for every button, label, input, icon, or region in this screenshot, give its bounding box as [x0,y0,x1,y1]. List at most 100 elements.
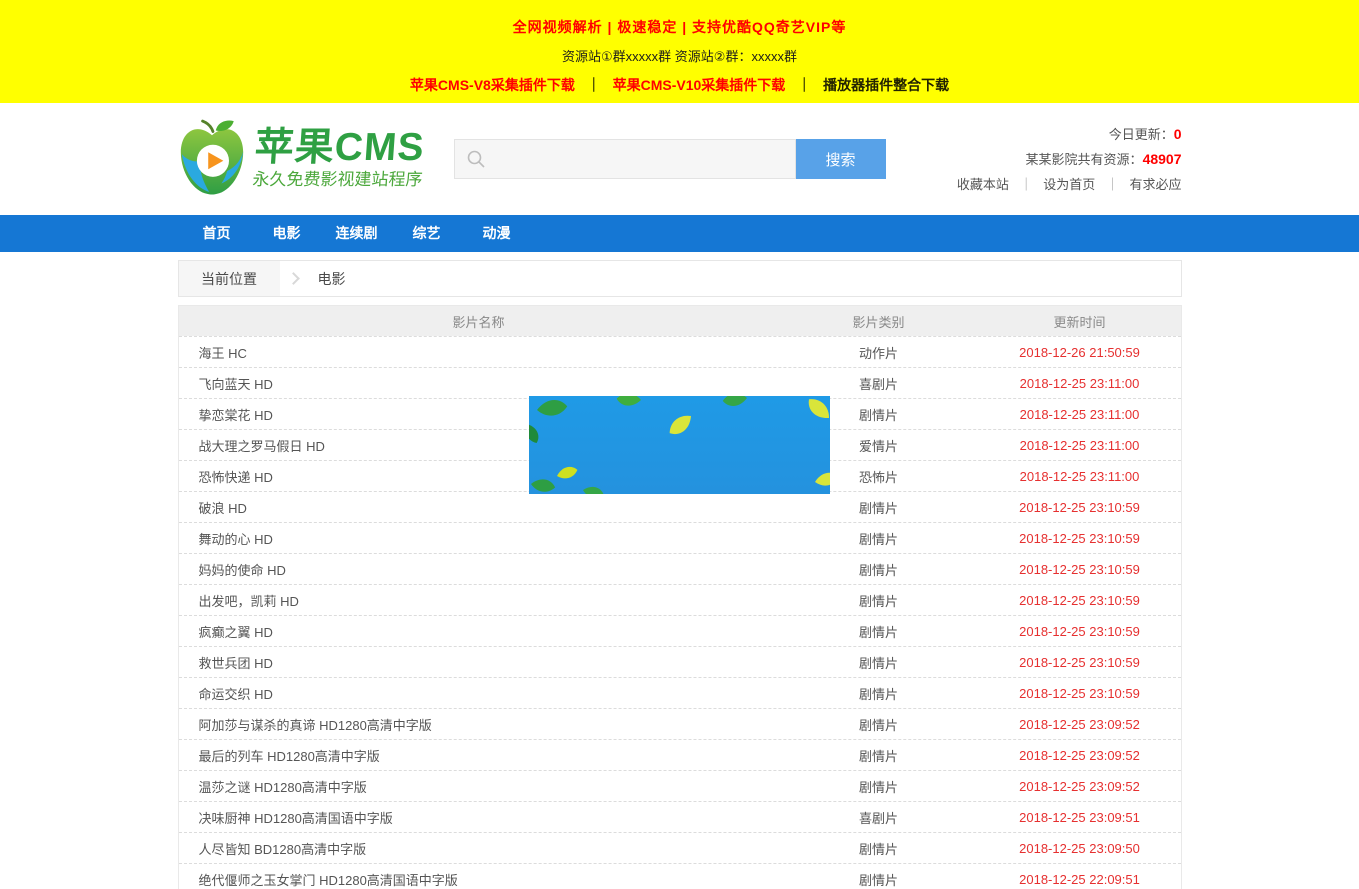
movie-update-time: 2018-12-25 23:09:52 [979,748,1181,763]
movie-name-link[interactable]: 阿加莎与谋杀的真谛 HD1280高清中字版 [179,715,779,734]
table-row: 温莎之谜 HD1280高清中字版 剧情片 2018-12-25 23:09:52 [179,770,1181,801]
movie-category-link[interactable]: 剧情片 [779,560,979,579]
breadcrumb-current[interactable]: 电影 [318,269,346,289]
table-row: 人尽皆知 BD1280高清中字版 剧情片 2018-12-25 23:09:50 [179,832,1181,863]
link-v8-plugin[interactable]: 苹果CMS-V8采集插件下载 [410,77,575,93]
chevron-right-icon [287,272,300,285]
movie-update-time: 2018-12-25 23:10:59 [979,593,1181,608]
movie-name-link[interactable]: 妈妈的使命 HD [179,560,779,579]
movie-name-link[interactable]: 决味厨神 HD1280高清国语中字版 [179,808,779,827]
site-logo[interactable]: 苹果CMS 永久免费影视建站程序 [178,118,424,201]
movie-category-link[interactable]: 剧情片 [779,870,979,889]
movie-update-time: 2018-12-25 23:11:00 [979,469,1181,484]
movie-category-link[interactable]: 剧情片 [779,498,979,517]
total-resources-label: 某某影院共有资源： [1026,152,1143,167]
movie-table: 影片名称 影片类别 更新时间 海王 HC 动作片 2018-12-26 21:5… [178,305,1182,889]
site-stats: 今日更新：0 某某影院共有资源：48907 收藏本站 ｜ 设为首页 ｜ 有求必应 [957,122,1182,197]
table-row: 最后的列车 HD1280高清中字版 剧情片 2018-12-25 23:09:5… [179,739,1181,770]
separator: ｜ [1020,177,1033,192]
movie-category-link[interactable]: 剧情片 [779,622,979,641]
movie-category-link[interactable]: 喜剧片 [779,374,979,393]
movie-name-link[interactable]: 人尽皆知 BD1280高清中字版 [179,839,779,858]
search-box: 搜索 [454,139,886,179]
link-v10-plugin[interactable]: 苹果CMS-V10采集插件下载 [613,77,786,93]
movie-update-time: 2018-12-25 23:09:51 [979,810,1181,825]
today-update-stat: 今日更新：0 [957,122,1182,147]
nav-item[interactable]: 动漫 [462,215,532,252]
link-player-plugin[interactable]: 播放器插件整合下载 [823,77,949,93]
separator: ｜ [797,77,811,93]
movie-update-time: 2018-12-25 23:10:59 [979,500,1181,515]
request-link[interactable]: 有求必应 [1129,177,1181,192]
movie-name-link[interactable]: 最后的列车 HD1280高清中字版 [179,746,779,765]
movie-category-link[interactable]: 剧情片 [779,591,979,610]
movie-update-time: 2018-12-25 23:10:59 [979,531,1181,546]
table-row: 决味厨神 HD1280高清国语中字版 喜剧片 2018-12-25 23:09:… [179,801,1181,832]
apple-logo-icon [178,118,246,201]
table-row: 命运交织 HD 剧情片 2018-12-25 23:10:59 [179,677,1181,708]
table-row: 破浪 HD 剧情片 2018-12-25 23:10:59 [179,491,1181,522]
table-row: 阿加莎与谋杀的真谛 HD1280高清中字版 剧情片 2018-12-25 23:… [179,708,1181,739]
movie-name-link[interactable]: 飞向蓝天 HD [179,374,779,393]
search-button[interactable]: 搜索 [796,139,886,179]
movie-update-time: 2018-12-25 23:10:59 [979,624,1181,639]
breadcrumb-label: 当前位置 [179,261,280,296]
table-row: 海王 HC 动作片 2018-12-26 21:50:59 [179,336,1181,367]
bookmark-site-link[interactable]: 收藏本站 [957,177,1009,192]
floating-ad-image[interactable] [529,396,830,494]
movie-name-link[interactable]: 救世兵团 HD [179,653,779,672]
movie-name-link[interactable]: 出发吧，凯莉 HD [179,591,779,610]
banner-download-links: 苹果CMS-V8采集插件下载 ｜ 苹果CMS-V10采集插件下载 ｜ 播放器插件… [0,75,1359,95]
column-header-category: 影片类别 [779,312,979,331]
table-row: 绝代偃师之玉女掌门 HD1280高清国语中字版 剧情片 2018-12-25 2… [179,863,1181,889]
logo-subtitle: 永久免费影视建站程序 [251,170,422,190]
movie-category-link[interactable]: 动作片 [779,343,979,362]
movie-update-time: 2018-12-25 23:10:59 [979,562,1181,577]
today-update-value: 0 [1174,126,1182,142]
nav-item[interactable]: 电影 [252,215,322,252]
movie-name-link[interactable]: 绝代偃师之玉女掌门 HD1280高清国语中字版 [179,870,779,889]
nav-item[interactable]: 连续剧 [322,215,392,252]
movie-category-link[interactable]: 剧情片 [779,529,979,548]
search-icon [466,149,486,174]
movie-category-link[interactable]: 喜剧片 [779,808,979,827]
movie-category-link[interactable]: 剧情片 [779,715,979,734]
search-input[interactable] [454,139,796,179]
table-row: 飞向蓝天 HD 喜剧片 2018-12-25 23:11:00 [179,367,1181,398]
movie-update-time: 2018-12-25 23:11:00 [979,407,1181,422]
movie-name-link[interactable]: 舞动的心 HD [179,529,779,548]
movie-update-time: 2018-12-26 21:50:59 [979,345,1181,360]
table-row: 舞动的心 HD 剧情片 2018-12-25 23:10:59 [179,522,1181,553]
movie-category-link[interactable]: 剧情片 [779,653,979,672]
movie-update-time: 2018-12-25 23:10:59 [979,686,1181,701]
breadcrumb: 当前位置 电影 [178,260,1182,297]
movie-update-time: 2018-12-25 23:09:52 [979,717,1181,732]
table-row: 疯癫之翼 HD 剧情片 2018-12-25 23:10:59 [179,615,1181,646]
movie-update-time: 2018-12-25 23:11:00 [979,376,1181,391]
movie-update-time: 2018-12-25 22:09:51 [979,872,1181,887]
nav-item[interactable]: 综艺 [392,215,462,252]
set-homepage-link[interactable]: 设为首页 [1043,177,1095,192]
movie-category-link[interactable]: 剧情片 [779,684,979,703]
site-header: 苹果CMS 永久免费影视建站程序 搜索 今日更新：0 某某影院共有资源：4890… [178,103,1182,215]
main-nav: 首页电影连续剧综艺动漫 [0,215,1359,252]
movie-update-time: 2018-12-25 23:09:52 [979,779,1181,794]
movie-category-link[interactable]: 剧情片 [779,839,979,858]
movie-name-link[interactable]: 疯癫之翼 HD [179,622,779,641]
movie-name-link[interactable]: 海王 HC [179,343,779,362]
column-header-name: 影片名称 [179,312,779,331]
nav-item[interactable]: 首页 [182,215,252,252]
separator: ｜ [587,77,601,93]
total-resources-stat: 某某影院共有资源：48907 [957,147,1182,172]
banner-qq-groups: 资源站①群xxxxx群 资源站②群：xxxxx群 [0,47,1359,67]
table-row: 救世兵团 HD 剧情片 2018-12-25 23:10:59 [179,646,1181,677]
movie-category-link[interactable]: 剧情片 [779,777,979,796]
movie-name-link[interactable]: 命运交织 HD [179,684,779,703]
movie-name-link[interactable]: 温莎之谜 HD1280高清中字版 [179,777,779,796]
header-quick-links: 收藏本站 ｜ 设为首页 ｜ 有求必应 [957,172,1182,197]
movie-category-link[interactable]: 剧情片 [779,746,979,765]
movie-update-time: 2018-12-25 23:10:59 [979,655,1181,670]
movie-update-time: 2018-12-25 23:11:00 [979,438,1181,453]
movie-name-link[interactable]: 破浪 HD [179,498,779,517]
movie-table-header: 影片名称 影片类别 更新时间 [179,306,1181,336]
